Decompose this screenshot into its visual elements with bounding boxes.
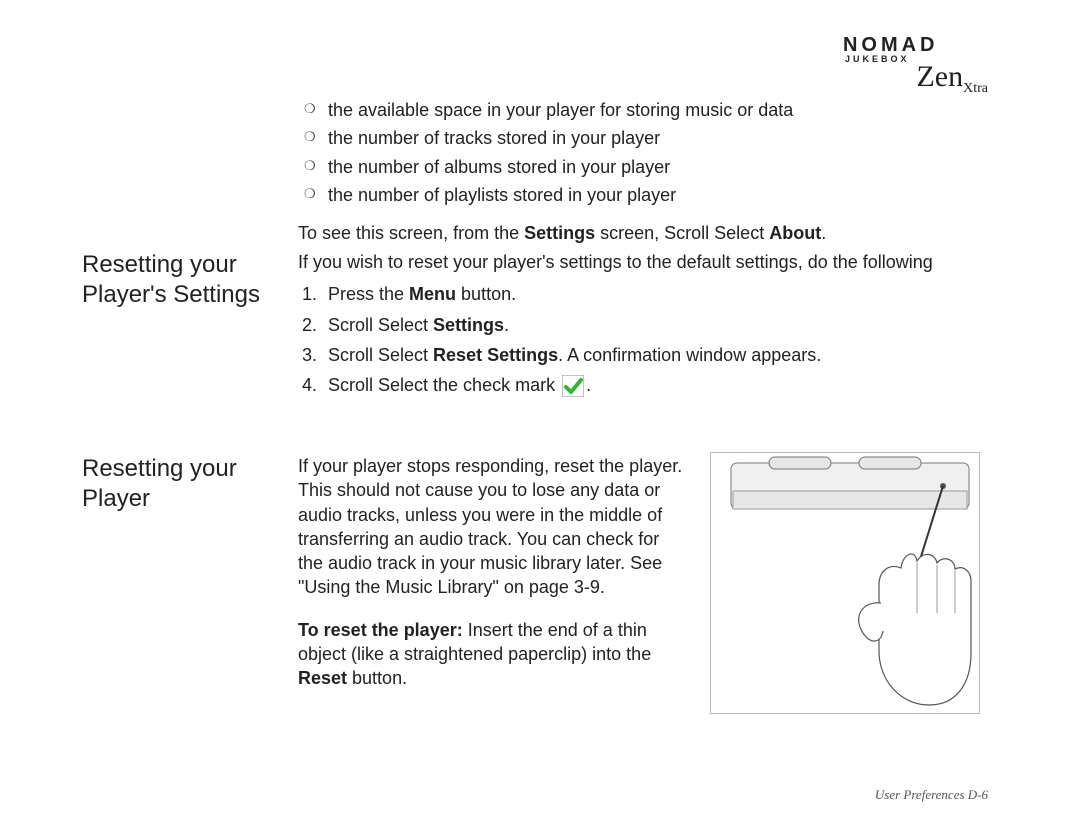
bold-reset-button: Reset: [298, 668, 347, 688]
section1-intro: If you wish to reset your player's setti…: [298, 250, 978, 274]
manual-page: NOMAD JUKEBOX ZenXtra the available spac…: [0, 0, 1080, 840]
text: button.: [347, 668, 407, 688]
text: To see this screen, from the: [298, 223, 524, 243]
text: Scroll Select: [328, 315, 433, 335]
text: button.: [456, 284, 516, 304]
logo-model-xtra: Xtra: [963, 80, 988, 99]
about-bullet: the number of tracks stored in your play…: [298, 126, 978, 150]
section-heading-reset-player: Resetting your Player: [82, 454, 282, 514]
reset-illustration: [710, 452, 980, 714]
reset-player-para1: If your player stops responding, reset t…: [298, 454, 688, 600]
text: Scroll Select the check mark: [328, 375, 560, 395]
text: Press the: [328, 284, 409, 304]
bold-about: About: [769, 223, 821, 243]
about-info-block: the available space in your player for s…: [298, 98, 978, 245]
about-bullet: the number of albums stored in your play…: [298, 155, 978, 179]
logo-sub: JUKEBOX: [845, 53, 910, 65]
bold-reset-settings: Reset Settings: [433, 345, 558, 365]
step-item: Scroll Select the check mark .: [322, 373, 978, 397]
bold-menu: Menu: [409, 284, 456, 304]
step-item: Scroll Select Reset Settings. A confirma…: [322, 343, 978, 367]
about-bullet: the number of playlists stored in your p…: [298, 183, 978, 207]
text: .: [504, 315, 509, 335]
text: screen, Scroll Select: [595, 223, 769, 243]
about-bullet: the available space in your player for s…: [298, 98, 978, 122]
step-item: Scroll Select Settings.: [322, 313, 978, 337]
text: . A confirmation window appears.: [558, 345, 821, 365]
about-bullet-list: the available space in your player for s…: [298, 98, 978, 207]
product-logo: NOMAD JUKEBOX ZenXtra: [843, 32, 988, 96]
section-body-reset-player: If your player stops responding, reset t…: [298, 454, 688, 691]
checkmark-icon: [562, 375, 584, 397]
section-body-reset-settings: If you wish to reset your player's setti…: [298, 250, 978, 403]
reset-settings-steps: Press the Menu button. Scroll Select Set…: [298, 282, 978, 397]
reset-player-para2: To reset the player: Insert the end of a…: [298, 618, 688, 691]
text: Scroll Select: [328, 345, 433, 365]
bold-settings: Settings: [524, 223, 595, 243]
logo-model-zen: Zen: [916, 57, 963, 98]
bold-settings: Settings: [433, 315, 504, 335]
see-about-instruction: To see this screen, from the Settings sc…: [298, 221, 978, 245]
section-heading-reset-settings: Resetting your Player's Settings: [82, 250, 282, 310]
bold-to-reset: To reset the player:: [298, 620, 463, 640]
step-item: Press the Menu button.: [322, 282, 978, 306]
text: .: [586, 375, 591, 395]
text: .: [821, 223, 826, 243]
page-footer: User Preferences D-6: [875, 786, 988, 804]
